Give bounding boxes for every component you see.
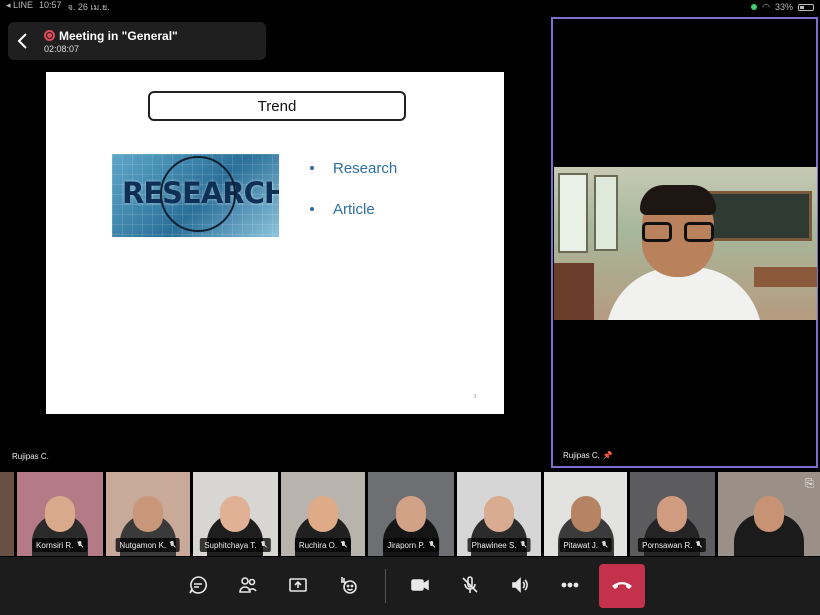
hangup-button[interactable] (599, 564, 645, 608)
camera-icon (411, 579, 429, 591)
shared-by-label: Rujipas C. (8, 449, 53, 463)
slide-bullets: Research Article (310, 158, 397, 240)
reactions-button[interactable] (330, 567, 366, 603)
participant-tile[interactable]: Kornsiri R. (16, 472, 103, 556)
speaker-button[interactable] (502, 567, 538, 603)
speaker-icon (512, 577, 528, 593)
participant-tile[interactable]: Jiraporn P. (368, 472, 454, 556)
participant-strip: Kornsiri R. Nutgamon K. Suphitchaya T. R… (0, 472, 820, 556)
camera-indicator-icon (751, 4, 758, 10)
participants-button[interactable] (230, 567, 266, 603)
slide-title: Trend (148, 91, 406, 121)
status-app[interactable]: ◂ LINE (6, 0, 33, 14)
microphone-button[interactable] (452, 567, 488, 603)
meeting-elapsed-time: 02:08:07 (44, 43, 80, 54)
share-screen-button[interactable] (280, 567, 316, 603)
chevron-left-icon (17, 33, 27, 49)
reactions-icon (341, 577, 357, 594)
shared-slide: Trend RESEARCH Research Article 3 (46, 72, 504, 414)
mic-off-icon (76, 541, 83, 549)
wifi-icon: ◠ (762, 1, 770, 12)
recording-icon (44, 30, 55, 41)
battery-level: 33% (774, 2, 793, 12)
status-time: 10:57 (39, 0, 62, 10)
mic-off-icon (428, 541, 435, 549)
speaker-video (554, 167, 817, 320)
participant-tile[interactable]: Pornsawan R. (629, 472, 715, 556)
slide-bullet: Research (310, 158, 397, 178)
more-options-button[interactable] (552, 567, 588, 603)
participant-tile[interactable]: Suphitchaya T. (193, 472, 278, 556)
people-icon (239, 577, 257, 593)
slide-page-number: 3 (473, 394, 476, 400)
meeting-toolbar (0, 557, 820, 615)
participant-tile[interactable]: Ruchira O. (280, 472, 366, 556)
mic-off-icon (462, 576, 478, 593)
battery-icon (798, 3, 814, 11)
speaker-name-tag: Rujipas C. 📌 (559, 448, 617, 462)
status-bar: ◂ LINE 10:57 จ. 26 เม.ย. ◠ 33% (0, 0, 820, 14)
hangup-icon (612, 582, 632, 589)
chat-button[interactable] (180, 567, 216, 603)
share-icon (289, 578, 307, 592)
participant-tile[interactable]: Nutgamon K. (105, 472, 191, 556)
status-date: จ. 26 เม.ย. (67, 2, 110, 12)
participant-tile-partial[interactable] (0, 472, 14, 556)
mic-off-icon (169, 541, 176, 549)
slide-bullet: Article (310, 199, 397, 219)
meeting-title: Meeting in "General" (59, 28, 178, 43)
magnifier-icon (160, 156, 236, 232)
mic-off-icon (340, 541, 347, 549)
toolbar-separator (385, 569, 386, 603)
back-button[interactable] (8, 22, 38, 60)
participant-tile[interactable]: Pitawat J. (544, 472, 627, 556)
speaker-video-tile[interactable]: Rujipas C. 📌 (551, 17, 818, 468)
mic-off-icon (260, 541, 267, 549)
participant-tile[interactable]: Phawinee S. (456, 472, 542, 556)
more-icon (561, 582, 579, 588)
camera-switch-icon[interactable]: ⎘ (805, 478, 814, 491)
mic-off-icon (695, 541, 702, 549)
meeting-header: Meeting in "General" 02:08:07 (8, 22, 266, 60)
research-image: RESEARCH (112, 154, 279, 237)
chat-icon (189, 576, 207, 594)
mic-off-icon (601, 541, 608, 549)
mic-off-icon (520, 541, 527, 549)
participant-tile[interactable]: ⎘ (717, 472, 820, 556)
pin-icon: 📌 (602, 450, 613, 460)
camera-button[interactable] (402, 567, 438, 603)
